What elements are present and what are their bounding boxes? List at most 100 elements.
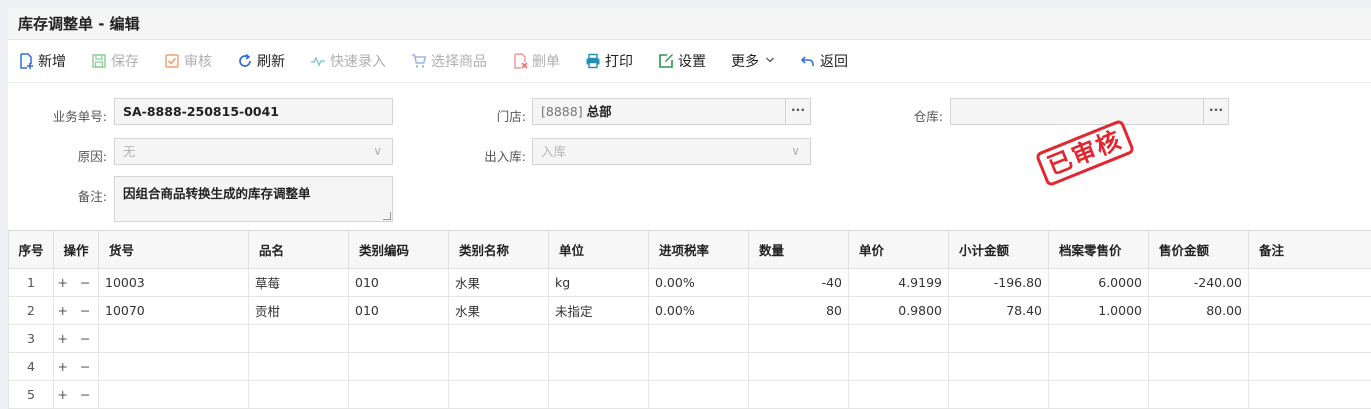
cell-qty[interactable]: 80	[748, 296, 849, 325]
cell-tax[interactable]	[648, 324, 749, 353]
col-header-unit[interactable]: 单位	[548, 230, 649, 269]
store-field[interactable]: [8888] 总部 ···	[532, 98, 811, 125]
cell-sale-amount[interactable]	[1148, 352, 1249, 381]
row-add-remove-buttons[interactable]: + −	[53, 296, 99, 325]
col-header-price[interactable]: 单价	[848, 230, 949, 269]
cell-subtotal[interactable]	[948, 324, 1049, 353]
cell-subtotal[interactable]: 78.40	[948, 296, 1049, 325]
cell-cat-code[interactable]: 010	[348, 268, 449, 297]
cell-sku[interactable]	[98, 380, 249, 409]
cell-sku[interactable]: 10003	[98, 268, 249, 297]
cell-sale-amount[interactable]	[1148, 380, 1249, 409]
cell-retail[interactable]	[1048, 352, 1149, 381]
cell-name[interactable]	[248, 352, 349, 381]
cell-retail[interactable]: 1.0000	[1048, 296, 1149, 325]
cell-price[interactable]	[848, 324, 949, 353]
back-button[interactable]: 返回	[800, 51, 848, 71]
cell-sku[interactable]: 10070	[98, 296, 249, 325]
cell-unit[interactable]	[548, 324, 649, 353]
cell-unit[interactable]	[548, 380, 649, 409]
cell-unit[interactable]	[548, 352, 649, 381]
cell-retail[interactable]	[1048, 380, 1149, 409]
store-picker-button[interactable]: ···	[785, 99, 810, 124]
cell-price[interactable]	[848, 352, 949, 381]
resize-handle-icon[interactable]	[383, 212, 391, 220]
cell-subtotal[interactable]	[948, 352, 1049, 381]
cell-name[interactable]	[248, 324, 349, 353]
cell-name[interactable]	[248, 380, 349, 409]
cell-tax[interactable]: 0.00%	[648, 296, 749, 325]
more-button[interactable]: 更多	[731, 51, 775, 71]
cell-sku[interactable]	[98, 352, 249, 381]
cell-tax[interactable]	[648, 380, 749, 409]
order-no-field[interactable]: SA-8888-250815-0041	[114, 98, 393, 125]
row-add-remove-buttons[interactable]: + −	[53, 352, 99, 381]
col-header-op[interactable]: 操作	[53, 230, 99, 269]
col-header-cat-code[interactable]: 类别编码	[348, 230, 449, 269]
col-header-no[interactable]: 序号	[8, 230, 54, 269]
cell-tax[interactable]: 0.00%	[648, 268, 749, 297]
table-row[interactable]: 1 + − 10003 草莓 010 水果 kg 0.00% -40 4.919…	[8, 268, 1371, 297]
warehouse-field[interactable]: ···	[950, 98, 1229, 125]
cell-sale-amount[interactable]: 80.00	[1148, 296, 1249, 325]
warehouse-picker-button[interactable]: ···	[1203, 99, 1228, 124]
io-select[interactable]: 入库 ∨	[532, 138, 811, 165]
cell-unit[interactable]: 未指定	[548, 296, 649, 325]
cell-unit[interactable]: kg	[548, 268, 649, 297]
cell-note[interactable]	[1248, 380, 1371, 409]
row-add-remove-buttons[interactable]: + −	[53, 268, 99, 297]
cell-retail[interactable]: 6.0000	[1048, 268, 1149, 297]
cell-note[interactable]	[1248, 352, 1371, 381]
cell-cat-name[interactable]: 水果	[448, 268, 549, 297]
cell-sale-amount[interactable]	[1148, 324, 1249, 353]
row-add-remove-buttons[interactable]: + −	[53, 324, 99, 353]
cell-qty[interactable]	[748, 324, 849, 353]
refresh-button[interactable]: 刷新	[237, 51, 285, 71]
cell-cat-code[interactable]	[348, 324, 449, 353]
col-header-note[interactable]: 备注	[1248, 230, 1371, 269]
cell-cat-code[interactable]	[348, 380, 449, 409]
cell-cat-name[interactable]: 水果	[448, 296, 549, 325]
cell-name[interactable]: 草莓	[248, 268, 349, 297]
table-row[interactable]: 2 + − 10070 贡柑 010 水果 未指定 0.00% 80 0.980…	[8, 296, 1371, 325]
save-button[interactable]: 保存	[91, 51, 139, 71]
cell-cat-code[interactable]: 010	[348, 296, 449, 325]
settings-button[interactable]: 设置	[658, 51, 706, 71]
cell-note[interactable]	[1248, 296, 1371, 325]
quick-entry-button[interactable]: 快速录入	[310, 51, 386, 71]
cell-subtotal[interactable]: -196.80	[948, 268, 1049, 297]
cell-sku[interactable]	[98, 324, 249, 353]
col-header-sale-amount[interactable]: 售价金额	[1148, 230, 1249, 269]
cell-qty[interactable]: -40	[748, 268, 849, 297]
cell-qty[interactable]	[748, 352, 849, 381]
cell-note[interactable]	[1248, 268, 1371, 297]
print-button[interactable]: 打印	[585, 51, 633, 71]
cell-cat-code[interactable]	[348, 352, 449, 381]
table-row[interactable]: 3 + −	[8, 324, 1371, 353]
cell-name[interactable]: 贡柑	[248, 296, 349, 325]
table-row[interactable]: 4 + −	[8, 352, 1371, 381]
cell-qty[interactable]	[748, 380, 849, 409]
new-button[interactable]: 新增	[18, 51, 66, 71]
cell-price[interactable]	[848, 380, 949, 409]
table-row[interactable]: 5 + −	[8, 380, 1371, 409]
cell-cat-name[interactable]	[448, 352, 549, 381]
col-header-retail[interactable]: 档案零售价	[1048, 230, 1149, 269]
col-header-sku[interactable]: 货号	[98, 230, 249, 269]
reason-select[interactable]: 无 ∨	[114, 138, 393, 165]
col-header-tax[interactable]: 进项税率	[648, 230, 749, 269]
note-textarea[interactable]: 因组合商品转换生成的库存调整单	[114, 176, 393, 222]
cell-retail[interactable]	[1048, 324, 1149, 353]
col-header-name[interactable]: 品名	[248, 230, 349, 269]
select-goods-button[interactable]: 选择商品	[411, 51, 487, 71]
cell-subtotal[interactable]	[948, 380, 1049, 409]
cell-price[interactable]: 4.9199	[848, 268, 949, 297]
approve-button[interactable]: 审核	[164, 51, 212, 71]
cell-cat-name[interactable]	[448, 380, 549, 409]
cell-sale-amount[interactable]: -240.00	[1148, 268, 1249, 297]
col-header-subtotal[interactable]: 小计金额	[948, 230, 1049, 269]
col-header-cat-name[interactable]: 类别名称	[448, 230, 549, 269]
row-add-remove-buttons[interactable]: + −	[53, 380, 99, 409]
delete-order-button[interactable]: 删单	[512, 51, 560, 71]
cell-tax[interactable]	[648, 352, 749, 381]
